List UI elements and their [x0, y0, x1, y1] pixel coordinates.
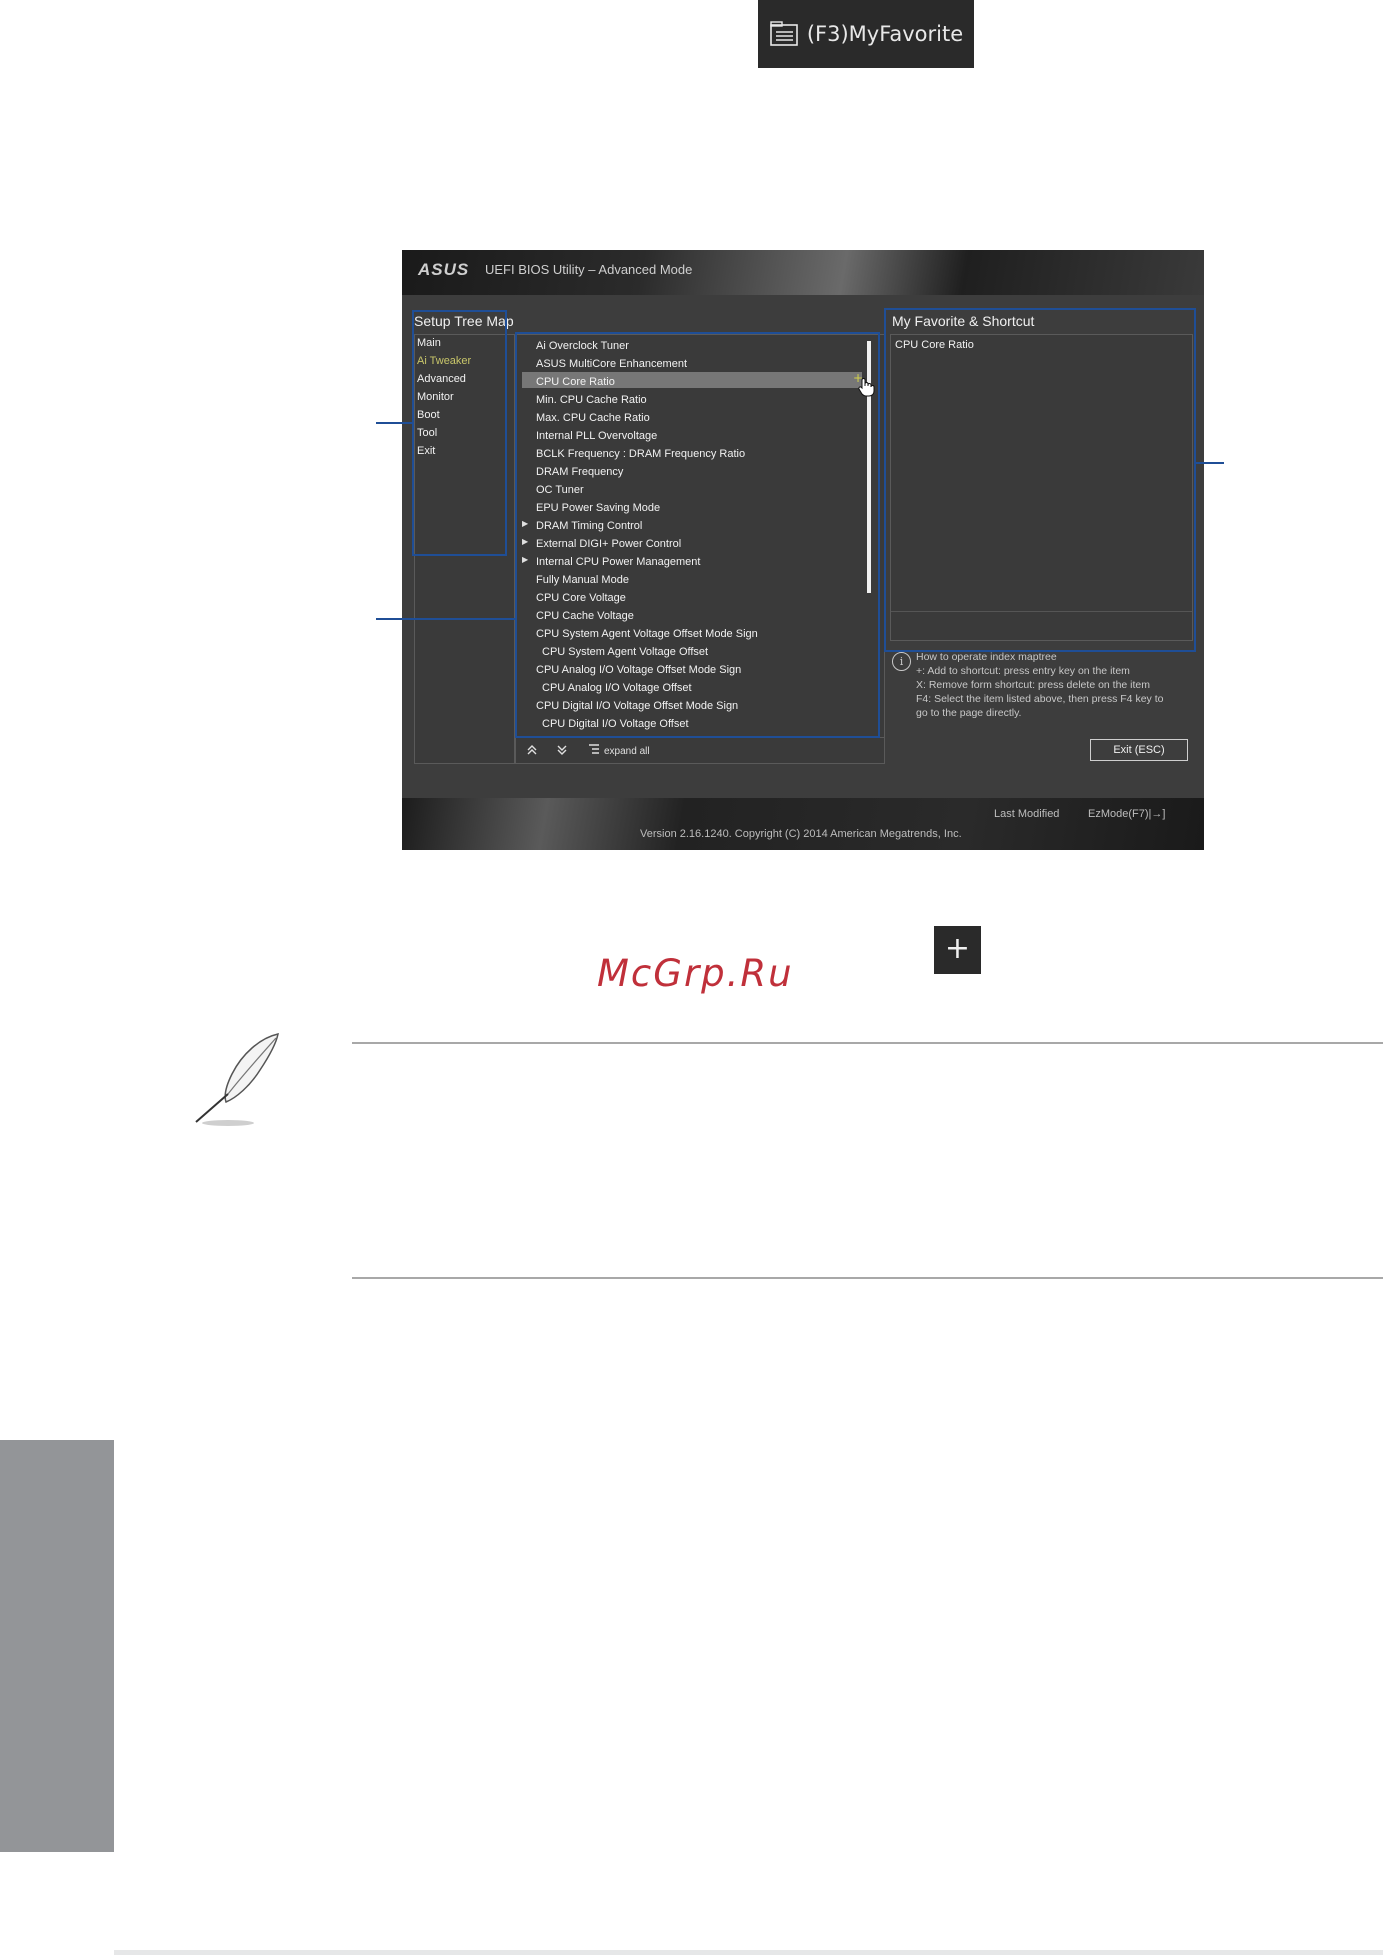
help-line: F4: Select the item listed above, then p…: [916, 693, 1164, 705]
bios-footer: Last Modified EzMode(F7)|→] Version 2.16…: [402, 798, 1204, 850]
bios-title: UEFI BIOS Utility – Advanced Mode: [485, 262, 693, 277]
note-bottom-rule: [352, 1277, 1383, 1279]
double-chevron-down-icon[interactable]: [556, 744, 568, 759]
callout-line-items: [376, 618, 515, 620]
watermark: McGrp.Ru: [597, 952, 794, 995]
bios-header: ASUS UEFI BIOS Utility – Advanced Mode: [402, 250, 1204, 295]
feather-note-icon: [195, 1033, 279, 1126]
last-modified-button[interactable]: Last Modified: [994, 808, 1059, 820]
help-line: +: Add to shortcut: press entry key on t…: [916, 665, 1130, 677]
callout-line-tree: [376, 422, 412, 424]
callout-line-favorites: [1196, 462, 1224, 464]
callout-tree-menu: [412, 310, 507, 556]
plus-icon: +: [934, 926, 981, 974]
tree-toolbar: expand all: [516, 737, 884, 764]
bottom-strip: [114, 1950, 1383, 1955]
info-icon: i: [892, 652, 911, 671]
my-favorite-label: (F3)MyFavorite: [806, 22, 964, 46]
callout-favorites: [884, 308, 1196, 652]
version-text: Version 2.16.1240. Copyright (C) 2014 Am…: [640, 828, 962, 840]
ezmode-button[interactable]: EzMode(F7)|→]: [1088, 808, 1165, 820]
note-top-rule: [352, 1042, 1383, 1044]
expand-list-icon: [588, 744, 600, 757]
exit-button[interactable]: Exit (ESC): [1090, 739, 1188, 761]
expand-all-button[interactable]: expand all: [604, 746, 650, 757]
asus-logo: ASUS: [418, 260, 470, 279]
double-chevron-up-icon[interactable]: [526, 744, 538, 759]
help-line: X: Remove form shortcut: press delete on…: [916, 679, 1151, 691]
my-favorite-button[interactable]: (F3)MyFavorite: [758, 0, 974, 68]
help-line: go to the page directly.: [916, 707, 1022, 719]
list-folder-icon: [770, 21, 798, 46]
callout-items: [515, 332, 880, 738]
help-line: How to operate index maptree: [916, 651, 1057, 663]
chapter-side-tab: [0, 1440, 114, 1852]
